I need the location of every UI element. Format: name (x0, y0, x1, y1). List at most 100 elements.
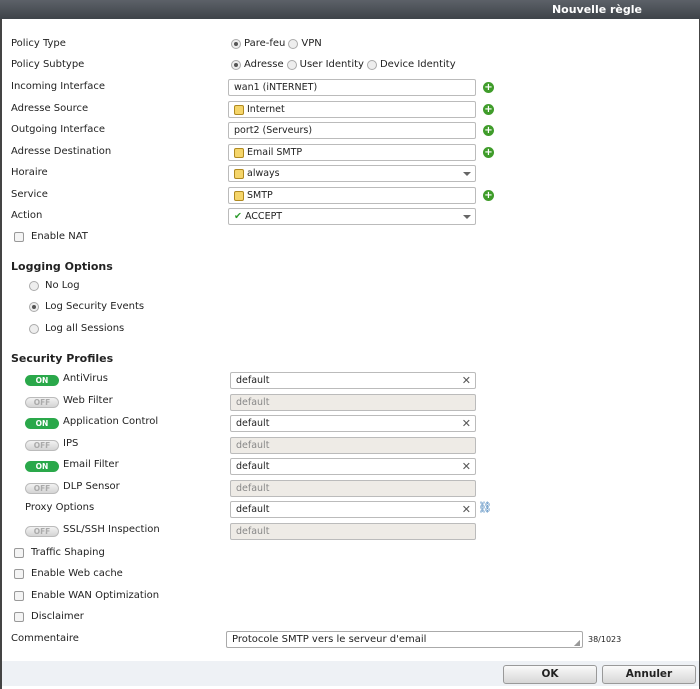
application-control-profile-select[interactable]: default ✕ (230, 415, 476, 432)
enable-wan-optimization-row: Enable WAN Optimization (0, 588, 700, 608)
enable-nat-label: Enable NAT (31, 231, 88, 242)
policy-subtype-label: Policy Subtype (11, 59, 85, 70)
policy-subtype-row: Policy Subtype Adresse User Identity Dev… (0, 57, 700, 77)
disclaimer-checkbox[interactable] (14, 612, 24, 622)
comment-char-count: 38/1023 (588, 635, 622, 644)
destination-address-field[interactable]: Email SMTP (228, 144, 476, 161)
log-option-security-events: Log Security Events (0, 299, 700, 319)
address-group-icon (234, 147, 244, 158)
disclaimer-row: Disclaimer (0, 609, 700, 629)
ips-toggle[interactable]: OFF (25, 440, 59, 451)
radio-vpn-label: VPN (301, 38, 322, 49)
schedule-icon (234, 168, 244, 179)
email-filter-toggle[interactable]: ON (25, 461, 59, 472)
traffic-shaping-label: Traffic Shaping (31, 547, 105, 558)
ips-profile-select: default (230, 437, 476, 454)
web-filter-toggle[interactable]: OFF (25, 397, 59, 408)
enable-nat-checkbox[interactable] (14, 232, 24, 242)
radio-user-identity[interactable] (286, 59, 297, 70)
ips-label: IPS (63, 438, 79, 449)
proxy-options-value: default (236, 504, 270, 515)
application-control-value: default (236, 418, 270, 429)
horaire-row: Horaire always (0, 165, 700, 185)
profile-row-ips: OFF IPS default (0, 437, 700, 457)
application-control-toggle[interactable]: ON (25, 418, 59, 429)
source-label: Adresse Source (11, 103, 89, 114)
antivirus-label: AntiVirus (63, 373, 108, 384)
radio-log-all-sessions[interactable] (29, 324, 39, 334)
enable-wan-optimization-checkbox[interactable] (14, 591, 24, 601)
destination-value: Email SMTP (247, 147, 303, 158)
radio-log-security-events[interactable] (29, 302, 39, 312)
horaire-label: Horaire (11, 167, 48, 178)
dlp-sensor-label: DLP Sensor (63, 481, 120, 492)
comment-value: Protocole SMTP vers le serveur d'email (232, 634, 427, 645)
ssl-ssh-inspection-toggle[interactable]: OFF (25, 526, 59, 537)
profile-row-antivirus: ON AntiVirus default ✕ (0, 372, 700, 392)
dialog-footer: OK Annuler (2, 661, 699, 686)
incoming-interface-field[interactable]: wan1 (iNTERNET) (228, 79, 476, 96)
cancel-button[interactable]: Annuler (602, 665, 696, 684)
web-filter-label: Web Filter (63, 395, 113, 406)
service-icon (234, 190, 244, 201)
source-address-field[interactable]: Internet (228, 101, 476, 118)
dlp-sensor-value: default (236, 483, 270, 494)
outgoing-value: port2 (Serveurs) (234, 125, 313, 136)
radio-vpn[interactable] (288, 38, 299, 49)
ips-value: default (236, 440, 270, 451)
profile-row-application-control: ON Application Control default ✕ (0, 415, 700, 435)
antivirus-profile-select[interactable]: default ✕ (230, 372, 476, 389)
dlp-sensor-profile-select: default (230, 480, 476, 497)
antivirus-value: default (236, 375, 270, 386)
enable-web-cache-label: Enable Web cache (31, 568, 123, 579)
service-row: Service SMTP + (0, 187, 700, 207)
horaire-select[interactable]: always (228, 165, 476, 182)
email-filter-profile-select[interactable]: default ✕ (230, 458, 476, 475)
destination-label: Adresse Destination (11, 146, 112, 157)
ssl-ssh-inspection-value: default (236, 526, 270, 537)
traffic-shaping-checkbox[interactable] (14, 548, 24, 558)
radio-device-identity[interactable] (366, 59, 377, 70)
application-control-label: Application Control (63, 416, 159, 427)
check-icon: ✔ (234, 211, 242, 222)
clear-icon[interactable]: ✕ (462, 374, 471, 387)
log-security-events-label: Log Security Events (45, 301, 145, 312)
outgoing-interface-field[interactable]: port2 (Serveurs) (228, 122, 476, 139)
ok-button[interactable]: OK (503, 665, 597, 684)
comment-row: Commentaire Protocole SMTP vers le serve… (0, 631, 700, 651)
clear-icon[interactable]: ✕ (462, 460, 471, 473)
add-source-icon[interactable]: + (483, 104, 494, 115)
enable-nat-row: Enable NAT (0, 229, 700, 249)
dlp-sensor-toggle[interactable]: OFF (25, 483, 59, 494)
profile-row-email-filter: ON Email Filter default ✕ (0, 458, 700, 478)
radio-no-log[interactable] (29, 281, 39, 291)
add-incoming-icon[interactable]: + (483, 82, 494, 93)
add-service-icon[interactable]: + (483, 190, 494, 201)
clear-icon[interactable]: ✕ (462, 417, 471, 430)
proxy-options-edit-icon[interactable]: ⛓ (478, 501, 492, 514)
proxy-options-label: Proxy Options (25, 502, 95, 513)
ssl-ssh-inspection-profile-select: default (230, 523, 476, 540)
antivirus-toggle[interactable]: ON (25, 375, 59, 386)
enable-web-cache-checkbox[interactable] (14, 569, 24, 579)
radio-pare-feu-label: Pare-feu (244, 38, 286, 49)
add-outgoing-icon[interactable]: + (483, 125, 494, 136)
enable-wan-optimization-label: Enable WAN Optimization (31, 590, 160, 601)
action-value: ACCEPT (244, 211, 283, 222)
clear-icon[interactable]: ✕ (462, 503, 471, 516)
service-value: SMTP (247, 190, 273, 201)
comment-textarea[interactable]: Protocole SMTP vers le serveur d'email ◢ (226, 631, 583, 648)
resize-handle-icon[interactable]: ◢ (574, 638, 580, 647)
action-select[interactable]: ✔ ACCEPT (228, 208, 476, 225)
profile-row-ssl-ssh-inspection: OFF SSL/SSH Inspection default (0, 523, 700, 543)
service-field[interactable]: SMTP (228, 187, 476, 204)
add-destination-icon[interactable]: + (483, 147, 494, 158)
radio-user-identity-label: User Identity (299, 59, 364, 70)
radio-pare-feu[interactable] (231, 38, 241, 49)
chevron-down-icon (463, 172, 471, 176)
proxy-options-profile-select[interactable]: default ✕ (230, 501, 476, 518)
policy-type-row: Policy Type Pare-feu VPN (0, 36, 700, 56)
radio-adresse[interactable] (231, 59, 241, 70)
ssl-ssh-inspection-label: SSL/SSH Inspection (63, 524, 160, 535)
email-filter-value: default (236, 461, 270, 472)
